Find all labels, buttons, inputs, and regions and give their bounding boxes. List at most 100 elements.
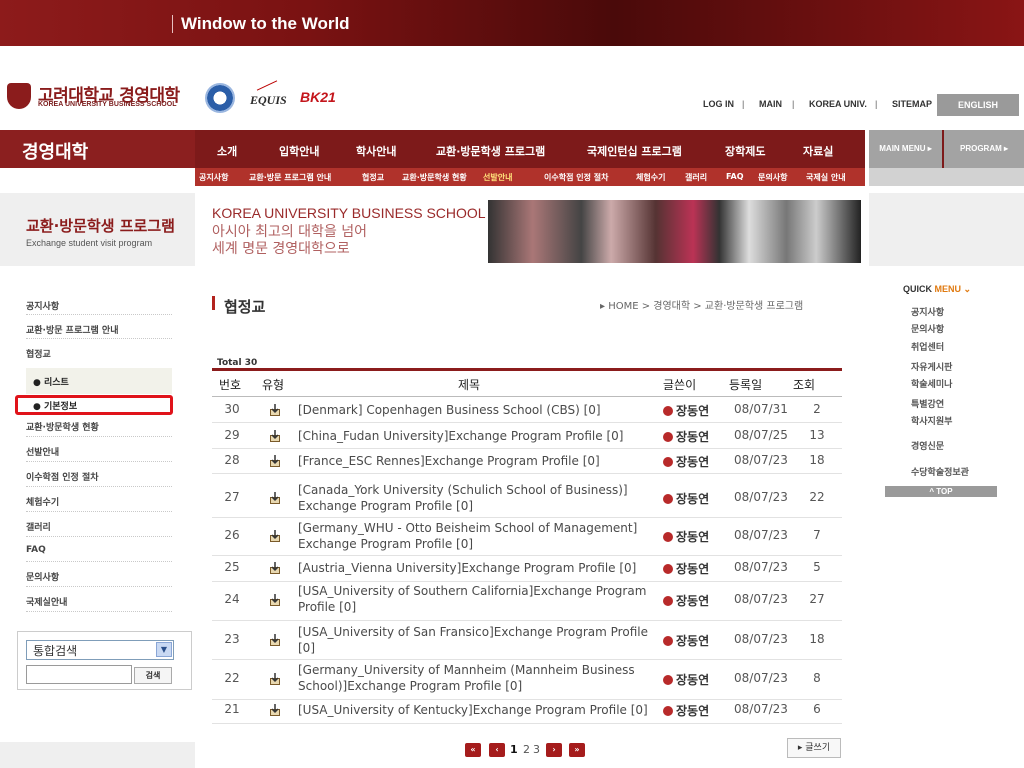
page-2[interactable]: 2 [523, 743, 530, 756]
table-row[interactable]: 30 [Denmark] Copenhagen Business School (… [212, 398, 842, 423]
main-menu-button[interactable]: MAIN MENU ▸ [869, 130, 942, 168]
document-icon [268, 403, 282, 417]
sidebar-item-notice[interactable]: 공지사항 [26, 299, 59, 312]
nav-item-resources[interactable]: 자료실 [803, 143, 833, 159]
breadcrumb[interactable]: ▸ HOME > 경영대학 > 교환·방문학생 프로그램 [600, 297, 803, 312]
row-writer[interactable]: 장동연 [663, 402, 723, 419]
sidebar-item-inquiry[interactable]: 문의사항 [26, 570, 59, 583]
sidebar-item-selection[interactable]: 선발안내 [26, 445, 59, 458]
sidebar-item-faq[interactable]: FAQ [26, 545, 46, 555]
english-button[interactable]: ENGLISH [937, 94, 1019, 116]
nav-item-academic[interactable]: 학사안내 [356, 143, 396, 159]
nav-home[interactable]: 경영대학 [0, 130, 195, 168]
quick-menu-lecture[interactable]: 특별강연 [911, 397, 944, 410]
quick-menu-career[interactable]: 취업센터 [911, 340, 944, 353]
nav-item-scholarship[interactable]: 장학제도 [725, 143, 765, 159]
row-writer[interactable]: 장동연 [663, 453, 723, 470]
first-page-icon[interactable]: « [465, 743, 481, 757]
row-subject-link[interactable]: [Germany_WHU - Otto Beisheim School of M… [298, 520, 648, 552]
prev-page-icon[interactable]: ‹ [489, 743, 505, 757]
row-writer[interactable]: 장동연 [663, 560, 723, 577]
quick-menu-library[interactable]: 수당학술정보관 [911, 465, 969, 478]
row-writer[interactable]: 장동연 [663, 490, 723, 507]
row-writer-name: 장동연 [676, 594, 710, 608]
row-writer[interactable]: 장동연 [663, 671, 723, 688]
link-main[interactable]: MAIN [759, 99, 782, 109]
sidebar-item-credit[interactable]: 이수학점 인정 절차 [26, 470, 99, 483]
row-writer[interactable]: 장동연 [663, 592, 723, 609]
row-subject-link[interactable]: [Canada_York University (Schulich School… [298, 482, 648, 514]
row-subject-link[interactable]: [France_ESC Rennes]Exchange Program Prof… [298, 453, 648, 469]
table-row[interactable]: 22 [Germany_University of Mannheim (Mannh… [212, 659, 842, 700]
subnav-notice[interactable]: 공지사항 [199, 172, 228, 183]
quick-menu-newspaper[interactable]: 경영신문 [911, 439, 944, 452]
table-row[interactable]: 24 [USA_University of Southern California… [212, 580, 842, 621]
next-page-icon[interactable]: › [546, 743, 562, 757]
write-button[interactable]: ▸ 글쓰기 [787, 738, 841, 758]
page-1[interactable]: 1 [510, 743, 518, 756]
link-sitemap[interactable]: SITEMAP [892, 99, 932, 109]
subnav-partners[interactable]: 협정교 [362, 172, 384, 183]
row-subject-link[interactable]: [Denmark] Copenhagen Business School (CB… [298, 402, 648, 418]
quick-menu-notice[interactable]: 공지사항 [911, 305, 944, 318]
subnav-inquiry[interactable]: 문의사항 [758, 172, 787, 183]
nav-item-intro[interactable]: 소개 [217, 143, 237, 159]
subnav-program-guide[interactable]: 교환·방문 프로그램 안내 [249, 172, 331, 183]
sidebar-item-gallery[interactable]: 갤러리 [26, 520, 51, 533]
table-row[interactable]: 26 [Germany_WHU - Otto Beisheim School of… [212, 517, 842, 556]
program-button[interactable]: PROGRAM ▸ [944, 130, 1024, 168]
table-row[interactable]: 29 [China_Fudan University]Exchange Progr… [212, 424, 842, 449]
nav-home-label: 경영대학 [22, 142, 89, 163]
table-row[interactable]: 25 [Austria_Vienna University]Exchange Pr… [212, 555, 842, 582]
search-scope-select[interactable]: 통합검색 ▼ [26, 640, 174, 660]
row-subject-link[interactable]: [Austria_Vienna University]Exchange Prog… [298, 560, 648, 576]
sidebar-item-partners[interactable]: 협정교 [26, 347, 51, 360]
link-korea-univ[interactable]: KOREA UNIV. [809, 99, 867, 109]
subnav-intl-office[interactable]: 국제실 안내 [806, 172, 846, 183]
sidebar-sub-list-item[interactable]: ● 리스트 [33, 375, 69, 388]
shield-icon [663, 532, 673, 542]
subnav-gallery[interactable]: 갤러리 [685, 172, 707, 183]
sidebar-item-status[interactable]: 교환·방문학생 현황 [26, 420, 99, 433]
row-subject-link[interactable]: [Germany_University of Mannheim (Mannhei… [298, 662, 648, 694]
subnav-selection[interactable]: 선발안내 [483, 172, 512, 183]
row-writer[interactable]: 장동연 [663, 632, 723, 649]
row-writer[interactable]: 장동연 [663, 428, 723, 445]
university-emblem[interactable] [7, 83, 31, 109]
page-3[interactable]: 3 [533, 743, 540, 756]
nav-item-exchange[interactable]: 교환·방문학생 프로그램 [436, 143, 545, 159]
quick-menu-title-a: QUICK [903, 284, 935, 294]
subnav-faq[interactable]: FAQ [726, 172, 744, 181]
row-subject-link[interactable]: [USA_University of Kentucky]Exchange Pro… [298, 702, 648, 718]
logo-english[interactable]: KOREA UNIVERSITY BUSINESS SCHOOL [38, 101, 176, 108]
row-views: 7 [813, 528, 821, 542]
table-row[interactable]: 21 [USA_University of Kentucky]Exchange P… [212, 697, 842, 724]
row-writer[interactable]: 장동연 [663, 528, 723, 545]
row-views: 27 [809, 592, 825, 606]
quick-menu-academic-support[interactable]: 학사지원부 [911, 414, 952, 427]
table-row[interactable]: 23 [USA_University of San Fransico]Exchan… [212, 621, 842, 660]
row-writer[interactable]: 장동연 [663, 702, 723, 719]
last-page-icon[interactable]: » [569, 743, 585, 757]
row-subject-link[interactable]: [USA_University of San Fransico]Exchange… [298, 624, 648, 656]
quick-menu-seminar[interactable]: 학술세미나 [911, 377, 952, 390]
subnav-reviews[interactable]: 체험수기 [636, 172, 665, 183]
row-subject-link[interactable]: [China_Fudan University]Exchange Program… [298, 428, 648, 444]
subnav-status[interactable]: 교환·방문학생 현황 [402, 172, 467, 183]
table-row[interactable]: 28 [France_ESC Rennes]Exchange Program Pr… [212, 449, 842, 474]
quick-menu-board[interactable]: 자유게시판 [911, 360, 952, 373]
table-row[interactable]: 27 [Canada_York University (Schulich Scho… [212, 479, 842, 518]
top-button[interactable]: ^ TOP [885, 486, 997, 497]
search-input[interactable] [26, 665, 132, 684]
search-button[interactable]: 검색 [134, 667, 172, 684]
link-login[interactable]: LOG IN [703, 99, 734, 109]
sidebar-item-intl-office[interactable]: 국제실안내 [26, 595, 67, 608]
nav-item-internship[interactable]: 국제인턴십 프로그램 [587, 143, 682, 159]
subnav-credit[interactable]: 이수학점 인정 절차 [544, 172, 608, 183]
nav-item-admission[interactable]: 입학안내 [279, 143, 319, 159]
sidebar-item-reviews[interactable]: 체험수기 [26, 495, 59, 508]
quick-menu-inquiry[interactable]: 문의사항 [911, 322, 944, 335]
sidebar-item-program-guide[interactable]: 교환·방문 프로그램 안내 [26, 323, 119, 336]
row-subject-link[interactable]: [USA_University of Southern California]E… [298, 583, 648, 615]
chevron-down-icon[interactable]: ▼ [156, 642, 172, 657]
